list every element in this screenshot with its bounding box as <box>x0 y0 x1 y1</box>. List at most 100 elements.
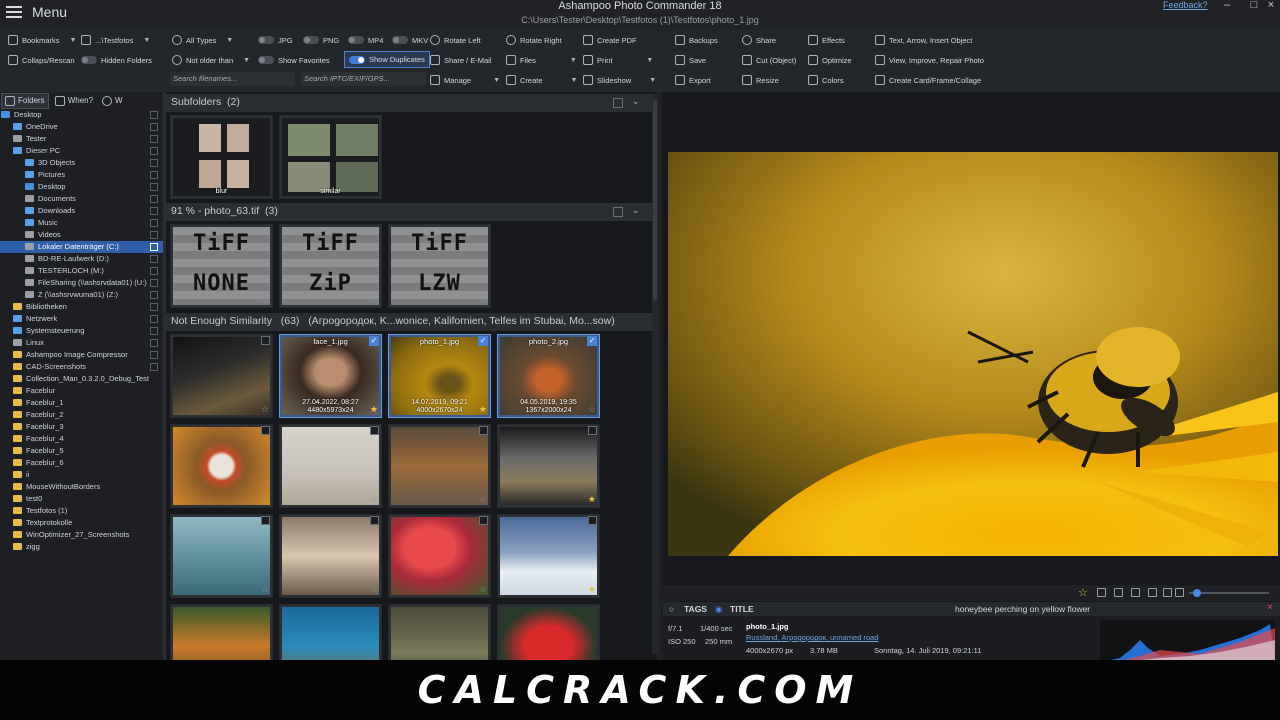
tree-checkbox[interactable] <box>150 195 158 203</box>
tree-item[interactable]: Faceblur_2 <box>0 409 163 421</box>
tree-item[interactable]: 3D Objects <box>0 157 163 169</box>
zoom-slider[interactable] <box>1189 589 1269 597</box>
edit-icon[interactable] <box>1097 588 1106 597</box>
share-email-button[interactable]: Share / E-Mail <box>430 52 492 68</box>
group-header-not-similar[interactable]: Not Enough Similarity (63) (Агроgородок,… <box>166 313 656 331</box>
photo-thumb[interactable]: ☆ <box>170 334 273 418</box>
tags-label[interactable]: TAGS <box>684 604 707 614</box>
tree-item[interactable]: OneDrive <box>0 121 163 133</box>
tree-item[interactable]: Tester <box>0 133 163 145</box>
print-dropdown[interactable]: Print ▼ <box>583 52 653 68</box>
tiff-thumb[interactable]: TiFF LZW ☆ <box>388 224 491 308</box>
tiff-thumb[interactable]: TiFF NONE ☆ <box>170 224 273 308</box>
export-button[interactable]: Export <box>675 72 711 88</box>
star-icon[interactable]: ☆ <box>479 294 487 305</box>
manage-dropdown[interactable]: Manage ▼ <box>430 72 500 88</box>
star-icon[interactable]: ☆ <box>370 494 378 505</box>
tree-item[interactable]: Desktop <box>0 181 163 193</box>
tree-item[interactable]: Textprotokolle <box>0 517 163 529</box>
photo-thumb[interactable]: ☆ <box>170 514 273 598</box>
feedback-link[interactable]: Feedback? <box>1163 0 1208 10</box>
tree-item[interactable]: Documents <box>0 193 163 205</box>
star-icon[interactable]: ☆ <box>1078 586 1088 599</box>
subfolder-similar[interactable]: similar <box>279 115 382 199</box>
colors-button[interactable]: Colors <box>808 72 844 88</box>
close-button[interactable]: × <box>1262 0 1280 12</box>
thumb-checkbox[interactable] <box>588 516 597 525</box>
photo-thumb[interactable] <box>497 604 600 662</box>
tree-item[interactable]: CAD-Screenshots <box>0 361 163 373</box>
share-button[interactable]: Share <box>742 32 776 48</box>
tree-checkbox[interactable] <box>150 303 158 311</box>
tree-checkbox[interactable] <box>150 171 158 179</box>
tree-item[interactable]: Bibliotheken <box>0 301 163 313</box>
show-duplicates-toggle[interactable]: Show Duplicates <box>344 51 430 68</box>
subfolder-blur[interactable]: blur <box>170 115 273 199</box>
photo-thumb-selected[interactable]: photo_2.jpg 04.05.2019, 19:35 1367x2000x2… <box>497 334 600 418</box>
show-favorites-toggle[interactable]: Show Favorites <box>258 52 330 68</box>
star-icon[interactable]: ☆ <box>261 404 269 415</box>
tree-checkbox[interactable] <box>150 159 158 167</box>
tab-folders[interactable]: Folders <box>1 92 49 109</box>
thumb-checkbox[interactable] <box>588 426 597 435</box>
tree-item[interactable]: Faceblur_3 <box>0 421 163 433</box>
cut-object-button[interactable]: Cut (Object) <box>742 52 796 68</box>
text-arrow-button[interactable]: Text, Arrow, Insert Object <box>875 32 972 48</box>
scrollbar-thumb[interactable] <box>653 100 657 300</box>
thumb-checkbox[interactable] <box>479 426 488 435</box>
tree-item[interactable]: WinOptimizer_27_Screenshots <box>0 529 163 541</box>
group-header-subfolders[interactable]: Subfolders (2) ⌄ <box>166 94 656 112</box>
photo-thumb[interactable]: ★ <box>497 514 600 598</box>
tree-item[interactable]: Systemsteuerung <box>0 325 163 337</box>
photo-thumb[interactable] <box>170 604 273 662</box>
grid-icon[interactable] <box>1148 588 1157 597</box>
effects-button[interactable]: Effects <box>808 32 845 48</box>
tree-item[interactable]: test0 <box>0 493 163 505</box>
tree-item[interactable]: Testfotos (1) <box>0 505 163 517</box>
thumb-checkbox[interactable] <box>261 516 270 525</box>
tree-checkbox[interactable] <box>150 339 158 347</box>
tree-item[interactable]: Dieser PC <box>0 145 163 157</box>
tree-item[interactable]: zigg <box>0 541 163 553</box>
jpg-toggle[interactable]: JPG <box>258 32 293 48</box>
tree-item[interactable]: Z (\\ashsrvwuma01) (Z:) <box>0 289 163 301</box>
photo-thumb[interactable]: ☆ <box>170 424 273 508</box>
tiff-thumb[interactable]: TiFF ZiP ☆ <box>279 224 382 308</box>
tree-item[interactable]: Desktop <box>0 109 163 121</box>
clear-icon[interactable]: × <box>1267 602 1273 613</box>
optimize-button[interactable]: Optimize <box>808 52 852 68</box>
photo-thumb[interactable]: ☆ <box>388 514 491 598</box>
star-icon[interactable]: ☆ <box>261 584 269 595</box>
tree-checkbox[interactable] <box>150 219 158 227</box>
check-icon[interactable]: ✓ <box>478 336 488 346</box>
thumb-checkbox[interactable] <box>370 426 379 435</box>
tree-checkbox[interactable] <box>150 291 158 299</box>
collapse-rescan-button[interactable]: Collaps/Rescan <box>8 52 75 68</box>
star-icon[interactable]: ☆ <box>261 294 269 305</box>
star-icon[interactable]: ☆ <box>479 584 487 595</box>
tree-checkbox[interactable] <box>150 183 158 191</box>
create-pdf-button[interactable]: Create PDF <box>583 32 637 48</box>
star-icon[interactable]: ★ <box>588 584 596 595</box>
slideshow-dropdown[interactable]: Slideshow ▼ <box>583 72 656 88</box>
photo-thumb[interactable]: ☆ <box>388 424 491 508</box>
tree-item[interactable]: Downloads <box>0 205 163 217</box>
photo-thumb-selected[interactable]: photo_1.jpg 14.07.2019, 09:21 4000x2670x2… <box>388 334 491 418</box>
preview-image[interactable] <box>668 152 1278 556</box>
photo-thumb-selected[interactable]: face_1.jpg 27.04.2022, 08:27 4480x5973x24… <box>279 334 382 418</box>
tree-item[interactable]: Faceblur <box>0 385 163 397</box>
search-iptc-input[interactable]: Search IPTC/EXIF/GPS... <box>301 72 426 86</box>
check-icon[interactable]: ✓ <box>587 336 597 346</box>
slider-thumb[interactable] <box>1193 589 1201 597</box>
tree-item[interactable]: Lokaler Datenträger (C:) <box>0 241 163 253</box>
photo-thumb[interactable]: ☆ <box>279 514 382 598</box>
star-icon[interactable]: ☆ <box>370 584 378 595</box>
all-types-dropdown[interactable]: All Types ▼ <box>172 32 233 48</box>
star-icon[interactable]: ☆ <box>370 294 378 305</box>
chevron-down-icon[interactable]: ⌄ <box>632 205 640 216</box>
files-dropdown[interactable]: Files ▼ <box>506 52 577 68</box>
star-icon[interactable]: ☆ <box>261 494 269 505</box>
photo-thumb[interactable]: ★ <box>497 424 600 508</box>
thumb-checkbox[interactable] <box>261 426 270 435</box>
resize-button[interactable]: Resize <box>742 72 779 88</box>
